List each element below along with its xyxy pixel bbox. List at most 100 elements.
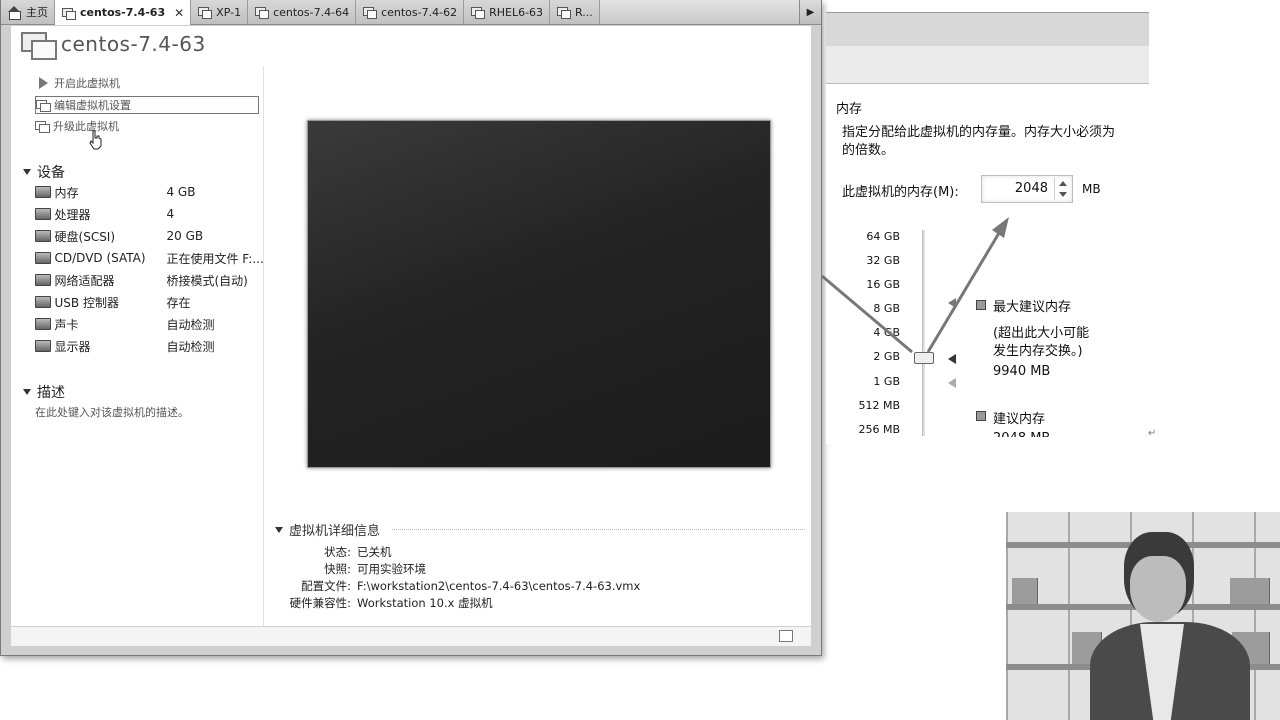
device-name: 显示器 bbox=[54, 339, 91, 354]
details-value: F:\workstation2\centos-7.4-63\centos-7.4… bbox=[357, 578, 641, 593]
tab-scroll-right-icon[interactable]: ▶ bbox=[799, 0, 821, 24]
memory-field-label: 此虚拟机的内存(M): bbox=[842, 185, 959, 200]
return-glyph-icon: ↵ bbox=[1148, 428, 1157, 439]
details-row-state: 状态: 已关机 bbox=[275, 543, 805, 560]
spin-down-icon[interactable] bbox=[1059, 192, 1067, 197]
memory-settings-panel: 内存 指定分配给此虚拟机的内存量。内存大小必须为 的倍数。 此虚拟机的内存(M)… bbox=[826, 84, 1156, 444]
device-value: 自动检测 bbox=[166, 339, 215, 354]
collapse-triangle-icon bbox=[275, 526, 283, 533]
max-recommended-note: 发生内存交换。) bbox=[993, 344, 1083, 359]
memory-spinbox[interactable]: 2048 bbox=[981, 175, 1073, 203]
device-row-display[interactable]: 显示器 自动检测 bbox=[35, 336, 263, 356]
tab-xp-1[interactable]: XP-1 bbox=[191, 0, 249, 24]
edit-settings-link[interactable]: 编辑虚拟机设置 bbox=[35, 96, 259, 114]
current-marker-icon bbox=[948, 354, 956, 364]
collapse-triangle-icon bbox=[23, 169, 31, 175]
tab-label: R... bbox=[575, 5, 593, 19]
hand-cursor-icon bbox=[89, 130, 102, 150]
device-row-sound[interactable]: 声卡 自动检测 bbox=[35, 314, 263, 334]
vm-details: 虚拟机详细信息 状态: 已关机 快照: 可用实验环境 配置文件: F:\work… bbox=[275, 520, 805, 611]
tab-label: centos-7.4-63 bbox=[80, 6, 166, 19]
device-row-cpu[interactable]: 处理器 4 bbox=[35, 204, 263, 224]
device-name: 声卡 bbox=[54, 317, 79, 332]
tab-home[interactable]: 主页 bbox=[1, 0, 55, 24]
device-row-usb[interactable]: USB 控制器 存在 bbox=[35, 292, 263, 312]
description-header: 描述 bbox=[37, 385, 65, 401]
tab-centos-7-4-64[interactable]: centos-7.4-64 bbox=[248, 0, 357, 24]
upgrade-link[interactable]: 升级此虚拟机 bbox=[35, 117, 259, 135]
left-pane: 开启此虚拟机 编辑虚拟机设置 升级此虚拟机 设备 内存 4 GB 处理器 4 硬… bbox=[11, 66, 263, 626]
recommended-marker-icon bbox=[948, 378, 956, 388]
device-name: USB 控制器 bbox=[54, 295, 119, 310]
notes-icon[interactable] bbox=[779, 630, 793, 642]
pane-splitter[interactable] bbox=[263, 66, 264, 626]
upgrade-icon bbox=[35, 120, 50, 133]
scale-label: 512 MB bbox=[858, 399, 900, 412]
vm-icon bbox=[197, 6, 213, 19]
vm-icon bbox=[362, 6, 378, 19]
play-icon bbox=[39, 77, 48, 89]
tab-overflow[interactable]: R... bbox=[550, 0, 600, 24]
description-section-header[interactable]: 描述 bbox=[23, 382, 65, 402]
device-name: 硬盘(SCSI) bbox=[54, 229, 116, 244]
memory-section-title: 内存 bbox=[836, 102, 863, 117]
edit-settings-label: 编辑虚拟机设置 bbox=[54, 99, 131, 112]
scale-label: 2 GB bbox=[873, 350, 900, 363]
details-key: 配置文件: bbox=[301, 578, 351, 593]
power-on-link[interactable]: 开启此虚拟机 bbox=[35, 74, 259, 92]
device-row-memory[interactable]: 内存 4 GB bbox=[35, 182, 263, 202]
usb-icon bbox=[35, 296, 51, 308]
memory-icon bbox=[35, 186, 51, 198]
cpu-icon bbox=[35, 208, 51, 220]
scale-label: 64 GB bbox=[866, 230, 900, 243]
scale-label: 8 GB bbox=[873, 302, 900, 315]
books bbox=[1230, 578, 1270, 604]
vm-large-icon bbox=[21, 32, 57, 60]
device-row-cdrom[interactable]: CD/DVD (SATA) 正在使用文件 F:... bbox=[35, 248, 263, 268]
screen-root: 主页 centos-7.4-63 ✕ XP-1 centos-7.4-64 ce… bbox=[0, 0, 1280, 720]
details-value: 已关机 bbox=[357, 544, 392, 559]
device-value: 4 bbox=[166, 207, 175, 221]
devices-section-header[interactable]: 设备 bbox=[23, 162, 65, 182]
details-header[interactable]: 虚拟机详细信息 bbox=[275, 520, 805, 539]
device-value: 4 GB bbox=[166, 185, 196, 199]
device-value: 自动检测 bbox=[166, 317, 215, 332]
tab-rhel6-63[interactable]: RHEL6-63 bbox=[464, 0, 551, 24]
device-row-harddisk[interactable]: 硬盘(SCSI) 20 GB bbox=[35, 226, 263, 246]
memory-description: 指定分配给此虚拟机的内存量。内存大小必须为 的倍数。 bbox=[842, 124, 1152, 160]
memory-field-value[interactable]: 2048 bbox=[1015, 181, 1048, 196]
close-tab-icon[interactable]: ✕ bbox=[174, 6, 184, 20]
device-name: 处理器 bbox=[54, 207, 91, 222]
network-icon bbox=[35, 274, 51, 286]
settings-dialog-titlebar bbox=[826, 12, 1149, 46]
scale-label: 1 GB bbox=[873, 375, 900, 388]
details-value: 可用实验环境 bbox=[357, 561, 426, 576]
tab-centos-7-4-62[interactable]: centos-7.4-62 bbox=[356, 0, 465, 24]
spin-up-icon[interactable] bbox=[1059, 181, 1067, 186]
device-value: 正在使用文件 F:... bbox=[166, 251, 263, 266]
status-bar bbox=[11, 626, 811, 646]
scale-label: 256 MB bbox=[858, 423, 900, 436]
tab-label: RHEL6-63 bbox=[489, 5, 544, 19]
description-placeholder[interactable]: 在此处键入对该虚拟机的描述。 bbox=[35, 404, 189, 420]
vm-screen-preview[interactable] bbox=[307, 120, 771, 468]
home-icon bbox=[7, 6, 21, 20]
memory-description-line1: 指定分配给此虚拟机的内存量。内存大小必须为 bbox=[842, 125, 1116, 140]
device-row-network[interactable]: 网络适配器 桥接模式(自动) bbox=[35, 270, 263, 290]
tab-label: 主页 bbox=[26, 6, 48, 19]
memory-slider-thumb[interactable] bbox=[914, 352, 934, 364]
scale-label: 16 GB bbox=[866, 278, 900, 291]
power-on-label: 开启此虚拟机 bbox=[54, 77, 120, 90]
cdrom-icon bbox=[35, 252, 51, 264]
device-value: 存在 bbox=[166, 295, 191, 310]
details-key: 硬件兼容性: bbox=[289, 595, 351, 610]
tab-centos-7-4-63[interactable]: centos-7.4-63 ✕ bbox=[55, 0, 192, 25]
upgrade-label: 升级此虚拟机 bbox=[53, 120, 119, 133]
device-value: 桥接模式(自动) bbox=[166, 273, 248, 288]
vm-icon bbox=[470, 6, 486, 19]
details-header-label: 虚拟机详细信息 bbox=[289, 524, 381, 539]
spin-buttons[interactable] bbox=[1054, 178, 1070, 200]
harddisk-icon bbox=[35, 230, 51, 242]
details-row-config-file: 配置文件: F:\workstation2\centos-7.4-63\cent… bbox=[275, 577, 805, 594]
memory-slider-track[interactable] bbox=[922, 230, 925, 436]
